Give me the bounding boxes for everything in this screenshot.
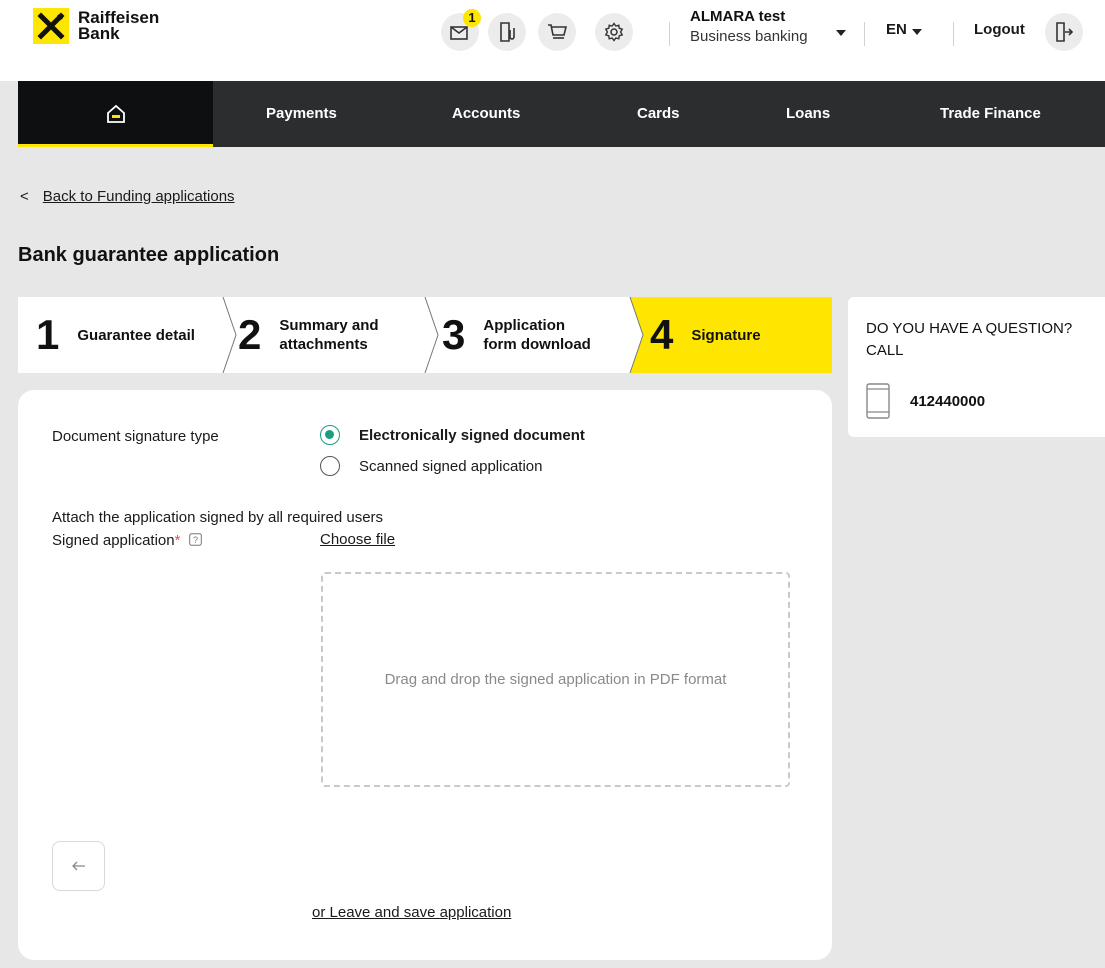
header-divider: [953, 22, 954, 46]
logout-button[interactable]: [1045, 13, 1083, 51]
step-summary-attachments: 2 Summary and attachments: [238, 297, 409, 373]
svg-text:?: ?: [193, 535, 198, 545]
radio-button[interactable]: [320, 456, 340, 476]
back-link-label: Back to Funding applications: [42, 188, 235, 205]
help-phone-row[interactable]: 412440000: [866, 383, 985, 419]
nav-home[interactable]: [18, 81, 213, 147]
radio-label: Scanned signed application: [359, 457, 543, 475]
gear-icon: [604, 22, 624, 42]
help-card: DO YOU HAVE A QUESTION? CALL 412440000: [848, 297, 1105, 437]
documents-button[interactable]: [488, 13, 526, 51]
header-divider: [864, 22, 865, 46]
messages-button[interactable]: 1: [441, 9, 481, 51]
step-application-form-download: 3 Application form download: [442, 297, 593, 373]
step-number: 4: [650, 311, 674, 358]
main-navigation: Payments Accounts Cards Loans Trade Fina…: [18, 81, 1105, 147]
back-to-funding-link[interactable]: < Back to Funding applications: [20, 188, 235, 205]
mobile-phone-icon: [866, 383, 890, 419]
previous-step-button[interactable]: [52, 841, 105, 891]
arrow-left-icon: [71, 861, 85, 871]
nav-item-trade-finance[interactable]: Trade Finance: [940, 81, 1041, 147]
logo-mark-icon: [33, 8, 69, 44]
top-header: Raiffeisen Bank 1 ALMARA test Business b…: [0, 0, 1105, 81]
logout-link[interactable]: Logout: [974, 21, 1025, 38]
required-asterisk: *: [174, 532, 181, 549]
home-icon: [106, 104, 125, 123]
header-divider: [669, 22, 670, 46]
radio-button-checked[interactable]: [320, 425, 340, 445]
signature-form-card: Document signature type Electronically s…: [18, 390, 832, 960]
nav-item-payments[interactable]: Payments: [266, 81, 337, 147]
logout-icon: [1056, 22, 1073, 42]
chevron-down-icon[interactable]: [836, 30, 846, 36]
radio-electronically-signed[interactable]: Electronically signed document: [320, 425, 585, 445]
attach-instruction: Attach the application signed by all req…: [52, 509, 384, 526]
language-selector[interactable]: EN: [886, 21, 907, 38]
progress-stepper: 1 Guarantee detail 2 Summary and attachm…: [18, 297, 832, 373]
raiffeisen-logo[interactable]: Raiffeisen Bank: [33, 8, 159, 44]
radio-scanned-signed[interactable]: Scanned signed application: [320, 456, 542, 476]
account-type: Business banking: [690, 28, 808, 45]
document-clip-icon: [500, 22, 515, 42]
radio-label: Electronically signed document: [359, 426, 585, 444]
leave-and-save-link[interactable]: or Leave and save application: [312, 904, 511, 921]
chevron-down-icon[interactable]: [912, 29, 922, 35]
nav-item-loans[interactable]: Loans: [786, 81, 830, 147]
brand-name: Raiffeisen Bank: [78, 8, 160, 43]
step-number: 1: [36, 311, 60, 358]
step-guarantee-detail: 1 Guarantee detail: [36, 297, 197, 373]
step-number: 3: [442, 311, 466, 358]
choose-file-link[interactable]: Choose file: [320, 531, 395, 548]
page-title: Bank guarantee application: [18, 244, 280, 266]
dropzone-text: Drag and drop the signed application in …: [384, 670, 727, 688]
step-label: Signature: [691, 326, 761, 344]
settings-button[interactable]: [595, 13, 633, 51]
help-phone-number: 412440000: [910, 392, 986, 410]
nav-item-accounts[interactable]: Accounts: [452, 81, 520, 147]
logout-label: Logout: [974, 21, 1025, 38]
language-label: EN: [886, 21, 907, 38]
cart-icon: [548, 24, 567, 39]
cart-button[interactable]: [538, 13, 576, 51]
step-label: Application form download: [483, 317, 591, 353]
account-name: ALMARA test: [690, 8, 786, 25]
help-question: DO YOU HAVE A QUESTION? CALL: [866, 320, 1073, 359]
unread-badge: 1: [463, 9, 481, 27]
mail-icon: [450, 26, 468, 40]
step-label: Summary and attachments: [279, 317, 379, 353]
chevron-left-icon: <: [20, 188, 29, 205]
step-number: 2: [238, 311, 262, 358]
nav-item-cards[interactable]: Cards: [637, 81, 680, 147]
help-tooltip-icon[interactable]: ?: [188, 533, 202, 546]
pdf-dropzone[interactable]: Drag and drop the signed application in …: [321, 572, 790, 787]
signature-type-label: Document signature type: [52, 428, 219, 445]
signed-application-label: Signed application* ?: [52, 532, 202, 549]
account-switcher[interactable]: ALMARA test Business banking: [690, 8, 808, 45]
step-label: Guarantee detail: [77, 326, 195, 344]
step-signature: 4 Signature: [650, 297, 791, 373]
